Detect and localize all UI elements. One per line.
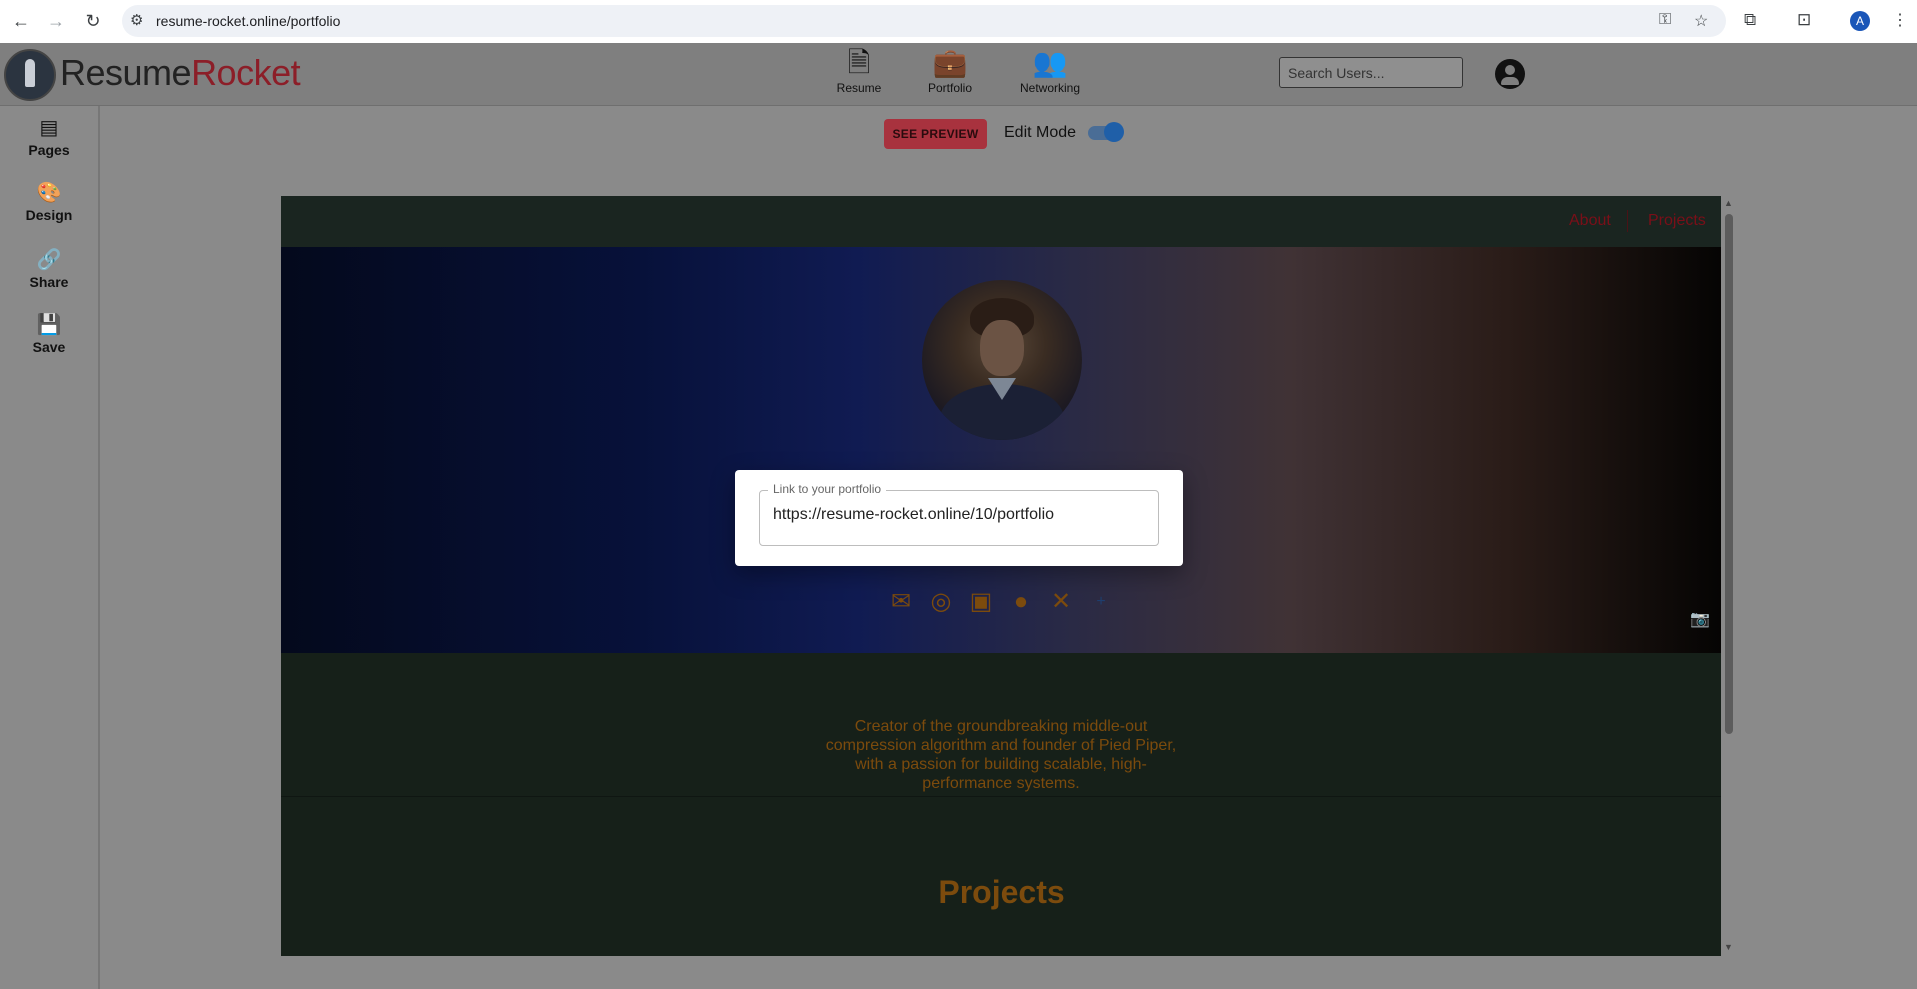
reload-icon[interactable]: ↻ bbox=[82, 10, 104, 32]
photo-face bbox=[980, 320, 1024, 376]
canvas-scrollbar[interactable]: ▲ ▼ bbox=[1721, 196, 1737, 956]
browser-menu-icon[interactable]: ⋮ bbox=[1892, 10, 1908, 30]
toggle-knob bbox=[1104, 122, 1124, 142]
instagram-icon[interactable]: ◎ bbox=[926, 587, 956, 617]
sidebar-item-label: Save bbox=[32, 339, 66, 355]
nav-networking[interactable]: 👥 Networking bbox=[1015, 47, 1085, 95]
edit-mode-label: Edit Mode bbox=[1004, 124, 1077, 141]
scrollbar-thumb[interactable] bbox=[1725, 214, 1733, 734]
bookmark-star-icon[interactable]: ☆ bbox=[1694, 11, 1708, 31]
browser-toolbar: ← → ↻ ⚙ resume-rocket.online/portfolio ⚿… bbox=[0, 0, 1917, 43]
save-icon: 💾 bbox=[36, 314, 62, 336]
extensions-icon[interactable]: ⧉ bbox=[1744, 10, 1756, 30]
forward-icon[interactable]: → bbox=[45, 10, 67, 32]
editor-sidebar: ▤ Pages 🎨 Design 🔗 Share 💾 Save bbox=[0, 106, 100, 989]
nav-resume-label: Resume bbox=[836, 81, 882, 95]
section-divider bbox=[281, 796, 1722, 797]
profile-avatar[interactable]: A bbox=[1850, 11, 1870, 31]
back-icon[interactable]: ← bbox=[10, 10, 32, 32]
nav-link-projects[interactable]: Projects bbox=[1648, 212, 1706, 230]
scroll-up-icon[interactable]: ▲ bbox=[1724, 198, 1733, 208]
linkedin-icon[interactable]: ▣ bbox=[966, 587, 996, 617]
rocket-logo-icon[interactable] bbox=[4, 49, 56, 101]
portfolio-nav: About Projects bbox=[281, 196, 1722, 247]
add-icon[interactable]: + bbox=[1086, 587, 1116, 617]
tab-search-icon[interactable]: ⊡ bbox=[1797, 10, 1811, 30]
nav-resume[interactable]: 🗎 Resume bbox=[824, 47, 894, 95]
portfolio-link-input[interactable] bbox=[773, 506, 1143, 524]
nav-separator bbox=[1627, 210, 1628, 232]
nav-link-about[interactable]: About bbox=[1569, 212, 1611, 230]
projects-heading[interactable]: Projects bbox=[281, 874, 1722, 911]
nav-portfolio[interactable]: 💼 Portfolio bbox=[915, 47, 985, 95]
sidebar-item-share[interactable]: 🔗 Share bbox=[0, 248, 98, 290]
sidebar-item-label: Design bbox=[25, 207, 73, 223]
brand-part2: Rocket bbox=[191, 52, 301, 93]
url-text: resume-rocket.online/portfolio bbox=[156, 13, 341, 29]
sidebar-item-pages[interactable]: ▤ Pages bbox=[0, 116, 98, 158]
profile-photo[interactable] bbox=[922, 280, 1082, 440]
nav-portfolio-label: Portfolio bbox=[927, 81, 973, 95]
portfolio-canvas: About Projects ✉ ◎ ▣ ● ✕ + 📷 Creator of … bbox=[281, 196, 1722, 956]
brand-part1: Resume bbox=[60, 52, 192, 93]
camera-icon[interactable]: 📷 bbox=[1690, 609, 1714, 628]
sidebar-item-label: Pages bbox=[28, 142, 70, 158]
edit-mode-toggle[interactable] bbox=[1088, 122, 1124, 142]
app-header: ResumeRocket 🗎 Resume 💼 Portfolio 👥 Netw… bbox=[0, 43, 1917, 106]
sidebar-item-design[interactable]: 🎨 Design bbox=[0, 181, 98, 223]
pages-icon: ▤ bbox=[39, 117, 59, 139]
file-icon: 🗎 bbox=[847, 47, 871, 78]
account-circle-icon[interactable] bbox=[1495, 59, 1525, 89]
address-bar[interactable]: ⚙ resume-rocket.online/portfolio ⚿ ☆ bbox=[122, 5, 1726, 37]
mail-icon[interactable]: ✉ bbox=[886, 587, 916, 617]
search-users-input[interactable] bbox=[1279, 57, 1463, 88]
sidebar-item-label: Share bbox=[29, 274, 69, 290]
site-info-icon[interactable]: ⚙ bbox=[130, 11, 143, 29]
nav-networking-label: Networking bbox=[1019, 81, 1081, 95]
link-icon: 🔗 bbox=[36, 249, 62, 271]
github-icon[interactable]: ● bbox=[1006, 587, 1036, 617]
people-icon: 👥 bbox=[1032, 47, 1068, 78]
key-icon[interactable]: ⚿ bbox=[1659, 11, 1671, 29]
briefcase-icon: 💼 bbox=[932, 47, 968, 78]
see-preview-button[interactable]: SEE PREVIEW bbox=[884, 119, 987, 149]
brand-logo[interactable]: ResumeRocket bbox=[60, 52, 301, 94]
x-icon[interactable]: ✕ bbox=[1046, 587, 1076, 617]
palette-icon: 🎨 bbox=[36, 182, 62, 204]
share-link-dialog: Link to your portfolio bbox=[735, 470, 1183, 566]
bio-text[interactable]: Creator of the groundbreaking middle-out… bbox=[825, 717, 1177, 793]
sidebar-item-save[interactable]: 💾 Save bbox=[0, 313, 98, 355]
social-links: ✉ ◎ ▣ ● ✕ + bbox=[886, 587, 1126, 619]
portfolio-link-label: Link to your portfolio bbox=[768, 482, 887, 496]
scroll-down-icon[interactable]: ▼ bbox=[1724, 942, 1733, 952]
hero-banner[interactable]: ✉ ◎ ▣ ● ✕ + 📷 bbox=[281, 247, 1722, 653]
portfolio-link-field: Link to your portfolio bbox=[759, 482, 1159, 546]
